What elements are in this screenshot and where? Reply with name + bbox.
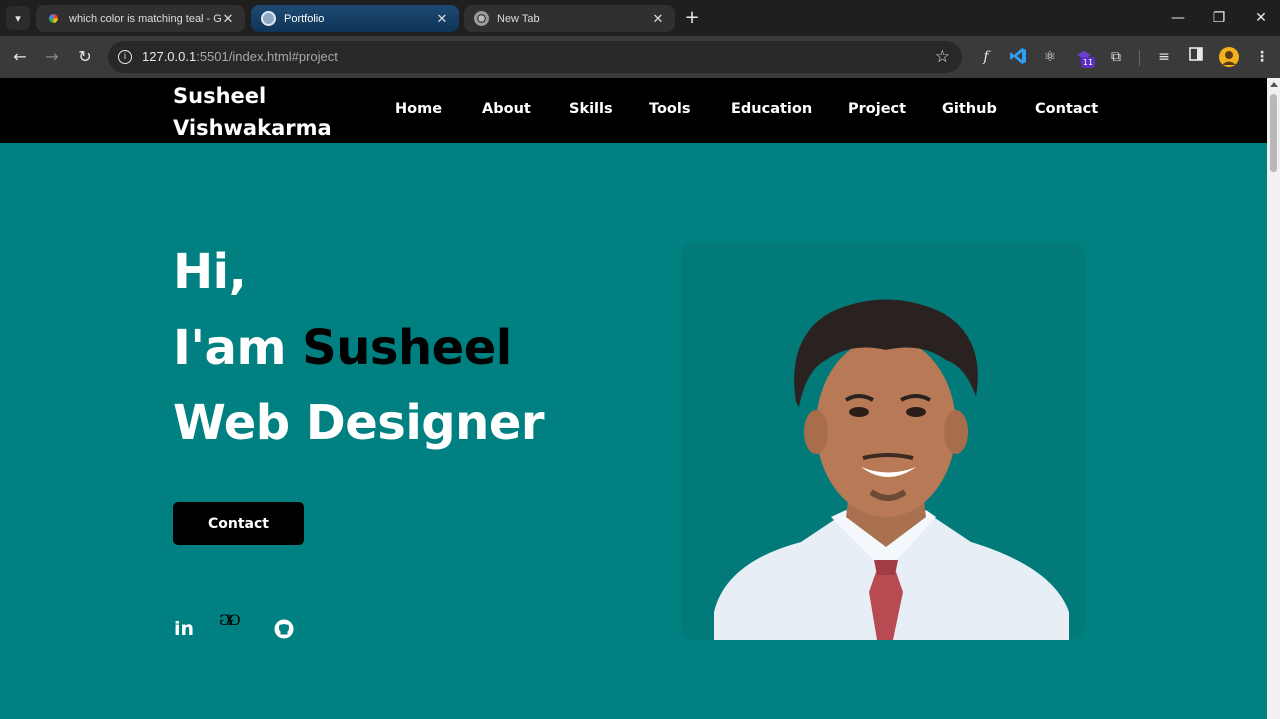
nav-github[interactable]: Github: [942, 101, 997, 117]
tab-title: which color is matching teal - Goo: [69, 12, 221, 25]
brand-last-name: Vishwakarma: [173, 116, 332, 140]
toolbar-divider: [1139, 50, 1140, 66]
scroll-thumb[interactable]: [1270, 94, 1277, 172]
tab-title: Portfolio: [284, 12, 325, 25]
tab-new-tab[interactable]: New Tab ✕: [464, 5, 675, 32]
hero-role: Web Designer: [173, 395, 545, 451]
page-viewport: Susheel Vishwakarma Home About Skills To…: [0, 78, 1267, 719]
brand-first-name: Susheel: [173, 84, 267, 108]
vscode-icon[interactable]: [1008, 47, 1028, 67]
chrome-icon: [474, 11, 489, 26]
tab-title: New Tab: [497, 12, 540, 25]
nav-about[interactable]: About: [482, 101, 531, 117]
nav-skills[interactable]: Skills: [569, 101, 613, 117]
url-text[interactable]: 127.0.0.1:5501/index.html#project: [142, 49, 338, 64]
badge-count: 11: [1081, 57, 1095, 68]
google-icon: [46, 11, 61, 26]
tab-portfolio[interactable]: Portfolio ✕: [251, 5, 459, 32]
profile-avatar[interactable]: [1219, 47, 1239, 67]
browser-toolbar: ← → ↻ i 127.0.0.1:5501/index.html#projec…: [0, 36, 1280, 78]
scroll-up-icon[interactable]: [1270, 82, 1278, 87]
extensions-icon[interactable]: ⧉: [1106, 47, 1126, 67]
tab-strip: ▾ which color is matching teal - Goo ✕ P…: [0, 0, 1280, 36]
plus-icon[interactable]: +: [683, 8, 701, 28]
tab-search-button[interactable]: ▾: [6, 6, 30, 30]
linkedin-icon[interactable]: in: [174, 618, 194, 640]
close-icon[interactable]: ✕: [435, 11, 449, 27]
reload-icon[interactable]: ↻: [75, 47, 95, 67]
hero-iam: I'am: [173, 320, 303, 376]
restore-icon[interactable]: ❐: [1208, 8, 1230, 28]
chevron-down-icon: ▾: [15, 11, 21, 25]
portrait-illustration: [714, 299, 1069, 640]
menu-kebab-icon[interactable]: ⋮: [1252, 47, 1272, 67]
extension-badge-icon[interactable]: 11: [1074, 47, 1095, 68]
react-devtools-icon[interactable]: ⚛: [1040, 47, 1060, 67]
page-scrollbar[interactable]: [1267, 78, 1280, 719]
nav-contact[interactable]: Contact: [1035, 101, 1098, 117]
nav-project[interactable]: Project: [848, 101, 906, 117]
side-panel-icon[interactable]: [1186, 47, 1206, 67]
hero-greeting: Hi,: [173, 244, 247, 300]
nav-education[interactable]: Education: [731, 101, 812, 117]
star-icon[interactable]: ☆: [935, 47, 950, 67]
info-icon[interactable]: i: [118, 50, 132, 64]
media-controls-icon[interactable]: ≡: [1154, 47, 1174, 67]
forward-icon[interactable]: →: [42, 47, 62, 67]
address-bar[interactable]: i 127.0.0.1:5501/index.html#project ☆: [108, 41, 962, 73]
site-navbar: Susheel Vishwakarma Home About Skills To…: [0, 78, 1267, 143]
close-icon[interactable]: ✕: [651, 11, 665, 27]
font-extension-icon[interactable]: f: [976, 47, 996, 67]
profile-photo: [681, 242, 1085, 640]
site-brand[interactable]: Susheel Vishwakarma: [173, 80, 353, 144]
close-window-icon[interactable]: ✕: [1250, 8, 1272, 28]
minimize-icon[interactable]: —: [1167, 8, 1189, 28]
geeksforgeeks-icon[interactable]: GfG: [222, 613, 241, 629]
github-icon[interactable]: [274, 619, 294, 643]
globe-icon: [261, 11, 276, 26]
back-icon[interactable]: ←: [10, 47, 30, 67]
close-icon[interactable]: ✕: [221, 11, 235, 27]
contact-button[interactable]: Contact: [173, 502, 304, 545]
hero-name: Susheel: [302, 320, 512, 376]
nav-tools[interactable]: Tools: [649, 101, 691, 117]
hero-intro: I'am Susheel: [173, 320, 512, 376]
nav-home[interactable]: Home: [395, 101, 442, 117]
tab-google-search[interactable]: which color is matching teal - Goo ✕: [36, 5, 245, 32]
